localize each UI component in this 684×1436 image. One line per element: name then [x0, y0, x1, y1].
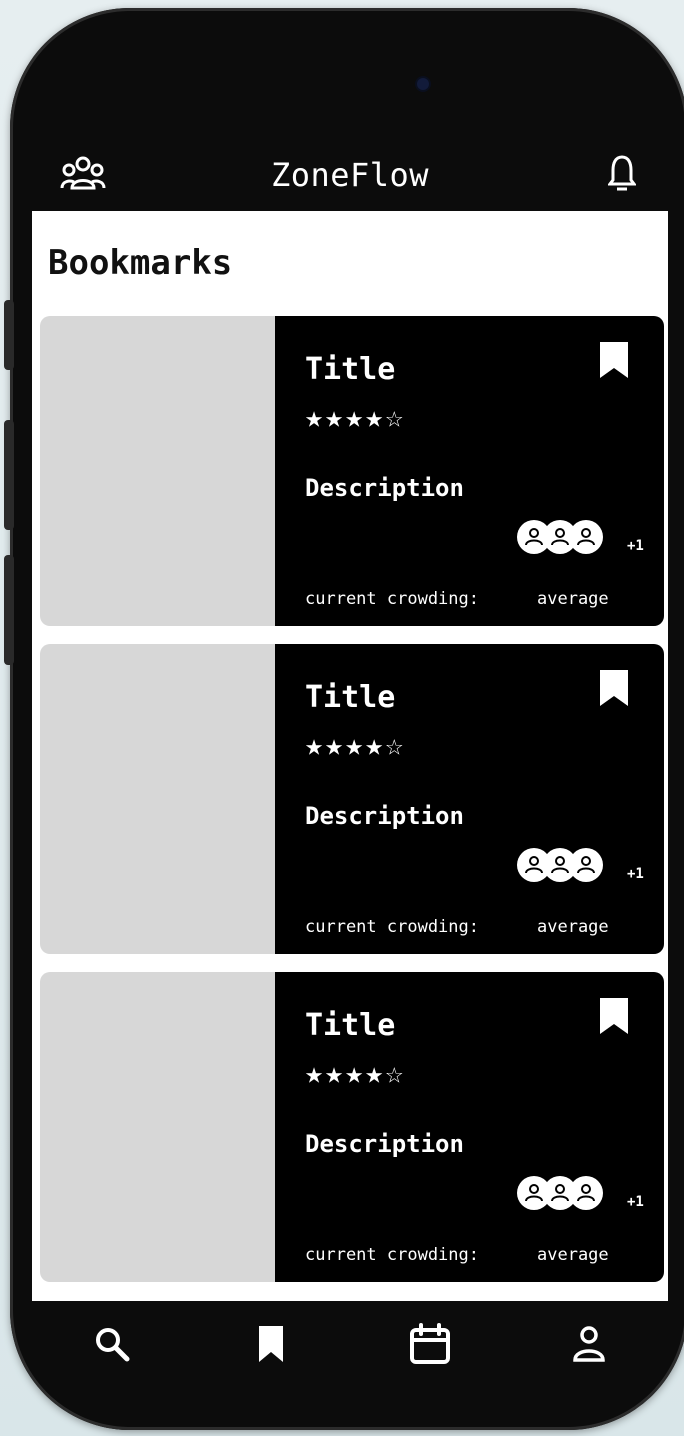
card-title: Title: [305, 352, 396, 387]
page-title: Bookmarks: [48, 243, 233, 283]
card-description: Description: [305, 802, 464, 830]
side-button: [4, 300, 14, 370]
bottom-navigation: [32, 1301, 668, 1387]
app-title: ZoneFlow: [270, 156, 430, 194]
bookmark-icon[interactable]: [241, 1314, 301, 1374]
crowding-label: current crowding:: [305, 1245, 479, 1265]
front-camera: [417, 78, 429, 90]
card-title: Title: [305, 680, 396, 715]
card-description: Description: [305, 1130, 464, 1158]
bookmark-icon[interactable]: [598, 340, 630, 384]
card-description: Description: [305, 474, 464, 502]
user-avatar-icon: [569, 1176, 603, 1210]
bookmark-card[interactable]: Title ★★★★☆ Description +1 current crowd…: [40, 644, 664, 954]
card-panel: Title ★★★★☆ Description +1 current crowd…: [275, 972, 664, 1282]
screen-content: Bookmarks Title ★★★★☆ Description +1 cur…: [32, 211, 668, 1301]
bookmark-icon[interactable]: [598, 668, 630, 712]
calendar-icon[interactable]: [400, 1314, 460, 1374]
crowd-extra-count: +1: [627, 866, 644, 882]
user-avatar-icon: [569, 848, 603, 882]
crowding-value: average: [537, 917, 609, 937]
crowd-avatars: [517, 848, 603, 882]
bell-icon[interactable]: [607, 154, 637, 196]
crowd-avatars: [517, 1176, 603, 1210]
card-image-placeholder: [40, 316, 275, 626]
card-image-placeholder: [40, 644, 275, 954]
card-image-placeholder: [40, 972, 275, 1282]
crowding-value: average: [537, 1245, 609, 1265]
card-rating: ★★★★☆: [305, 1056, 406, 1091]
user-avatar-icon: [569, 520, 603, 554]
side-button: [4, 555, 14, 665]
crowding-value: average: [537, 589, 609, 609]
crowding-label: current crowding:: [305, 917, 479, 937]
user-icon[interactable]: [559, 1314, 619, 1374]
bookmark-card[interactable]: Title ★★★★☆ Description +1 current crowd…: [40, 316, 664, 626]
side-button: [4, 420, 14, 530]
crowd-extra-count: +1: [627, 538, 644, 554]
search-icon[interactable]: [82, 1314, 142, 1374]
app-header: ZoneFlow: [32, 140, 668, 210]
crowd-extra-count: +1: [627, 1194, 644, 1210]
card-panel: Title ★★★★☆ Description +1 current crowd…: [275, 316, 664, 626]
card-rating: ★★★★☆: [305, 728, 406, 763]
crowding-label: current crowding:: [305, 589, 479, 609]
card-panel: Title ★★★★☆ Description +1 current crowd…: [275, 644, 664, 954]
bookmark-card[interactable]: Title ★★★★☆ Description +1 current crowd…: [40, 972, 664, 1282]
bookmark-icon[interactable]: [598, 996, 630, 1040]
card-rating: ★★★★☆: [305, 400, 406, 435]
crowd-avatars: [517, 520, 603, 554]
card-title: Title: [305, 1008, 396, 1043]
